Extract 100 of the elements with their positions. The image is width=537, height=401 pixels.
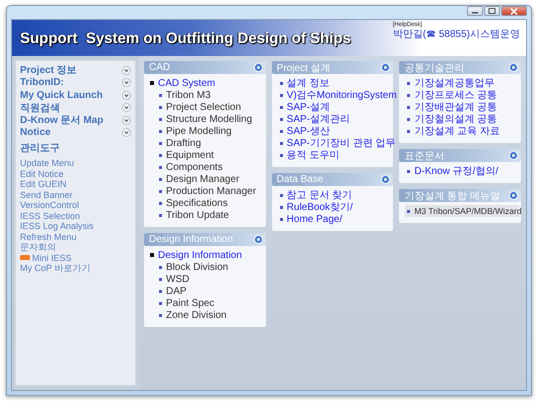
menu-link[interactable]: Components xyxy=(166,162,223,172)
menu-link[interactable]: RuleBook찾기/ xyxy=(286,200,353,214)
menu-link[interactable]: Home Page/ xyxy=(286,214,342,224)
menu-item[interactable]: My Quick Launch xyxy=(20,90,103,101)
menu-item[interactable]: D-Know 문서 Map xyxy=(20,113,104,128)
info-icon[interactable] xyxy=(508,151,518,160)
info-icon[interactable] xyxy=(381,63,390,72)
menu-link[interactable]: 용적 도우미 xyxy=(286,148,340,162)
info-icon[interactable] xyxy=(508,63,518,72)
menu-link[interactable]: SAP-설계 xyxy=(286,100,330,114)
menu-link[interactable]: SAP-기기장비 관련 업무 xyxy=(286,136,396,150)
maximize-button[interactable] xyxy=(484,6,500,16)
menu-item[interactable]: Notice xyxy=(20,127,51,138)
bullet-icon xyxy=(280,130,283,132)
bullet-icon xyxy=(159,130,162,132)
menu-link[interactable]: 기장프로세스 공통 xyxy=(414,88,498,102)
bullet-icon xyxy=(280,142,283,144)
bullet-icon xyxy=(159,278,162,280)
menu-link[interactable]: SAP-설계관리 xyxy=(286,112,350,126)
bullet-icon xyxy=(159,166,162,168)
close-icon xyxy=(510,8,518,14)
info-icon[interactable] xyxy=(254,63,263,72)
bullet-icon xyxy=(280,154,283,156)
menu-link[interactable]: Block Division xyxy=(166,262,228,272)
bullet-icon xyxy=(159,142,162,144)
bullet-icon xyxy=(407,210,410,212)
menu-link[interactable]: Zone Division xyxy=(166,310,227,320)
expand-icon[interactable] xyxy=(122,128,131,138)
bullet-icon xyxy=(407,106,410,108)
menu-link[interactable]: 기장설계 교육 자료 xyxy=(414,124,500,138)
menu-link[interactable]: V)검수MonitoringSystem xyxy=(286,88,397,102)
menu-link[interactable]: Pipe Modelling xyxy=(166,126,232,136)
menu-link[interactable]: 기장철의설계 공통 xyxy=(414,112,498,126)
bullet-icon xyxy=(280,82,283,84)
bullet-icon xyxy=(280,94,283,96)
panel-title: 공통기술관리 xyxy=(404,62,464,74)
helpdesk-link[interactable]: 박만길(☎ 58855)시스템운영 xyxy=(392,29,520,41)
menu-link[interactable]: Design Manager xyxy=(166,174,240,184)
close-button[interactable] xyxy=(501,6,527,16)
menu-link[interactable]: Production Manager xyxy=(166,186,256,196)
expand-icon[interactable] xyxy=(122,90,131,100)
menu-link[interactable]: 참고 문서 찾기 xyxy=(286,188,352,202)
panel-title: Data Base xyxy=(276,174,324,185)
menu-link[interactable]: D-Know 규정/협의/ xyxy=(414,164,498,178)
menu-link[interactable]: 기장배관설계 공통 xyxy=(414,100,498,114)
menu-link[interactable]: Equipment xyxy=(166,150,214,160)
bullet-icon xyxy=(159,290,162,292)
bullet-icon xyxy=(159,178,162,180)
bullet-icon xyxy=(280,218,283,220)
info-icon[interactable] xyxy=(508,191,518,200)
menu-link[interactable]: SAP-생산 xyxy=(286,124,330,138)
bullet-icon xyxy=(280,194,283,196)
menu-link[interactable]: Specifications xyxy=(166,198,228,208)
expand-icon[interactable] xyxy=(122,78,131,88)
minimize-button[interactable] xyxy=(467,6,483,16)
menu-item[interactable]: TribonID: xyxy=(20,77,64,88)
bullet-icon xyxy=(280,118,283,120)
menu-link[interactable]: Drafting xyxy=(166,138,202,148)
menu-link[interactable]: Tribon Update xyxy=(166,210,229,220)
tools-heading: 관리도구 xyxy=(20,142,61,155)
expand-icon[interactable] xyxy=(122,66,131,75)
bullet-icon xyxy=(159,154,162,156)
menu-link[interactable]: DAP xyxy=(166,286,187,296)
bullet-icon xyxy=(159,94,162,96)
list-item[interactable]: M3 Tribon/SAP/MDB/Wizard xyxy=(405,205,519,217)
bullet-icon xyxy=(150,81,154,85)
bullet-icon xyxy=(159,214,162,216)
info-icon[interactable] xyxy=(254,235,263,244)
bullet-icon xyxy=(280,206,283,208)
panel-title: 표준문서 xyxy=(404,150,444,162)
bullet-icon xyxy=(159,106,162,108)
bullet-icon xyxy=(407,170,410,172)
menu-link[interactable]: Project Selection xyxy=(166,102,242,112)
menu-link[interactable]: M3 Tribon/SAP/MDB/Wizard xyxy=(414,206,522,216)
menu-link[interactable]: 기장설계공통업무 xyxy=(414,76,494,90)
bullet-icon xyxy=(407,130,410,132)
panel-title: Design Information xyxy=(149,234,233,245)
bullet-icon xyxy=(159,118,162,120)
menu-link[interactable]: Design Information xyxy=(158,250,242,260)
menu-link[interactable]: Tribon M3 xyxy=(166,90,211,100)
menu-link[interactable]: 설계 정보 xyxy=(286,76,330,90)
bullet-icon xyxy=(407,94,410,96)
sidebar-link[interactable]: Update Menu xyxy=(20,158,74,168)
expand-icon[interactable] xyxy=(122,116,131,125)
bullet-icon xyxy=(159,302,162,304)
menu-link[interactable]: CAD System xyxy=(158,78,216,88)
bullet-icon xyxy=(407,118,410,120)
menu-link[interactable]: Structure Modelling xyxy=(166,114,252,124)
menu-item[interactable]: Project 정보 xyxy=(20,63,77,78)
menu-item[interactable]: 직원검색 xyxy=(20,100,60,115)
menu-link[interactable]: Paint Spec xyxy=(166,298,214,308)
maximize-icon xyxy=(488,8,496,14)
bullet-icon xyxy=(150,253,154,257)
expand-icon[interactable] xyxy=(122,103,131,112)
sidebar-link[interactable]: Refresh Menu xyxy=(20,232,77,242)
info-icon[interactable] xyxy=(381,175,390,184)
bullet-icon xyxy=(159,202,162,204)
site-title: Support System on Outfitting Design of Ships xyxy=(20,30,351,47)
bullet-icon xyxy=(407,82,410,84)
menu-link[interactable]: WSD xyxy=(166,274,190,284)
